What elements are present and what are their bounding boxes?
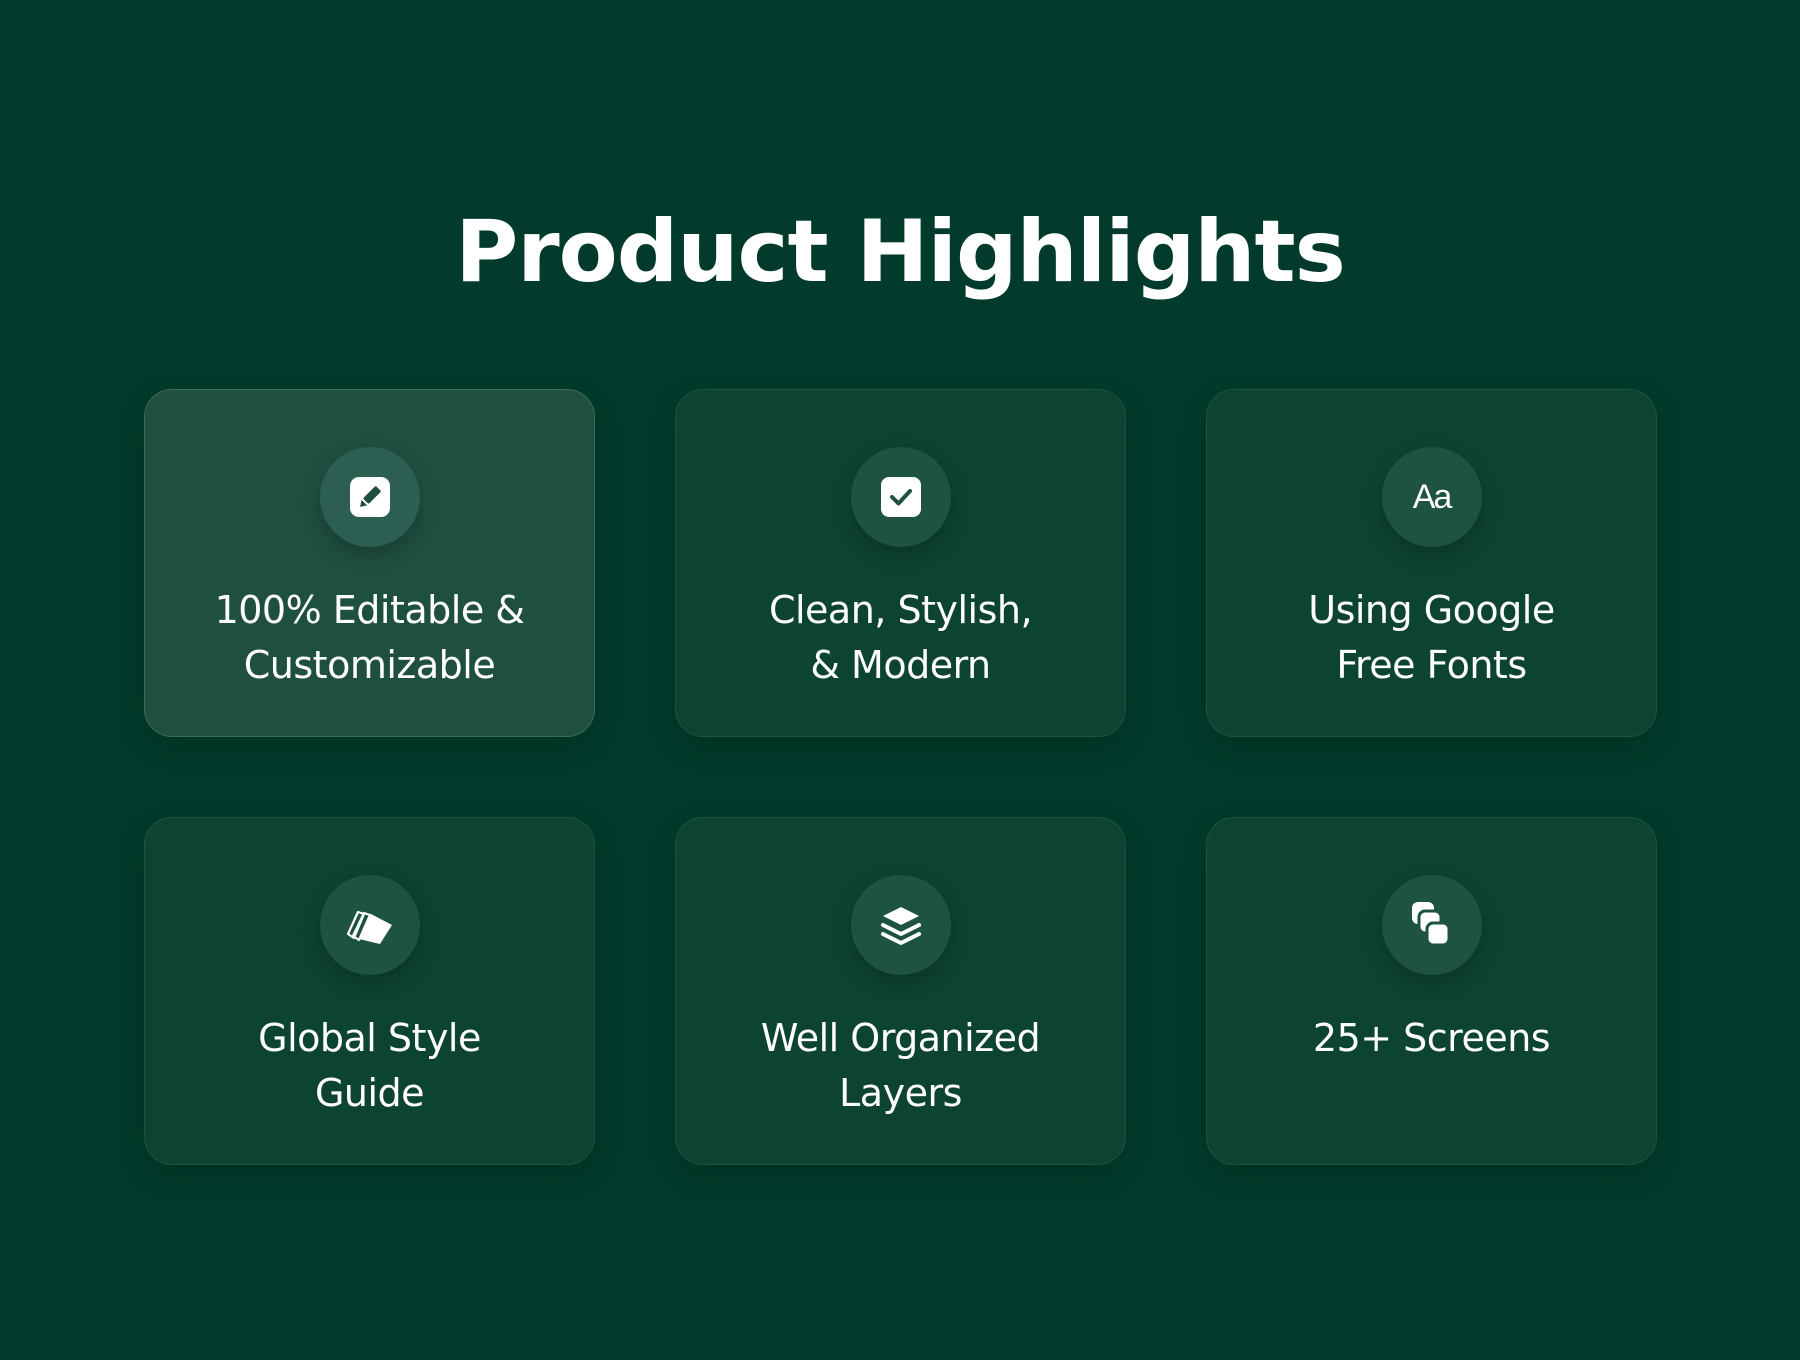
- screens-icon-badge: [1381, 875, 1482, 975]
- highlight-label-line2: Customizable: [243, 643, 496, 687]
- highlight-card-fonts[interactable]: Aa Using Google Free Fonts: [1206, 389, 1657, 737]
- highlight-label: 100% Editable & Customizable: [215, 583, 525, 693]
- highlight-label: Clean, Stylish, & Modern: [768, 583, 1033, 693]
- swatches-icon-badge: [319, 875, 420, 975]
- edit-icon: [349, 477, 390, 517]
- highlight-card-screens[interactable]: 25+ Screens: [1206, 817, 1657, 1165]
- highlight-label-line1: Using Google: [1308, 588, 1555, 632]
- highlights-grid: 100% Editable & Customizable Clean, Styl…: [144, 389, 1657, 1165]
- highlight-label-line2: Layers: [839, 1071, 962, 1115]
- highlight-label-line1: 100% Editable &: [214, 588, 525, 632]
- highlight-label-line2: Free Fonts: [1336, 643, 1527, 687]
- highlight-card-layers[interactable]: Well Organized Layers: [675, 817, 1126, 1165]
- highlight-label-line1: Clean, Stylish,: [768, 588, 1033, 632]
- highlight-label-line1: Global Style: [258, 1016, 481, 1060]
- highlight-label: 25+ Screens: [1312, 1011, 1551, 1066]
- highlight-card-style-guide[interactable]: Global Style Guide: [144, 817, 595, 1165]
- highlight-label-line1: 25+ Screens: [1312, 1016, 1551, 1060]
- screens-icon: [1411, 902, 1450, 947]
- highlight-card-editable[interactable]: 100% Editable & Customizable: [144, 389, 595, 737]
- highlight-label: Using Google Free Fonts: [1308, 583, 1555, 693]
- checkbox-icon: [880, 477, 921, 517]
- highlight-label-line2: & Modern: [810, 643, 991, 687]
- highlight-card-clean[interactable]: Clean, Stylish, & Modern: [675, 389, 1126, 737]
- highlight-label-line1: Well Organized: [760, 1016, 1041, 1060]
- layers-icon-badge: [850, 875, 951, 975]
- highlight-label: Global Style Guide: [258, 1011, 481, 1121]
- font-icon-badge: Aa: [1381, 447, 1482, 547]
- edit-icon-badge: [319, 447, 420, 547]
- highlight-label-line2: Guide: [314, 1071, 425, 1115]
- layers-icon: [880, 907, 921, 945]
- checkbox-icon-badge: [850, 447, 951, 547]
- swatches-icon: [346, 910, 392, 944]
- font-icon: Aa: [1412, 477, 1453, 516]
- page-title: Product Highlights: [455, 202, 1346, 302]
- highlight-label: Well Organized Layers: [760, 1011, 1041, 1121]
